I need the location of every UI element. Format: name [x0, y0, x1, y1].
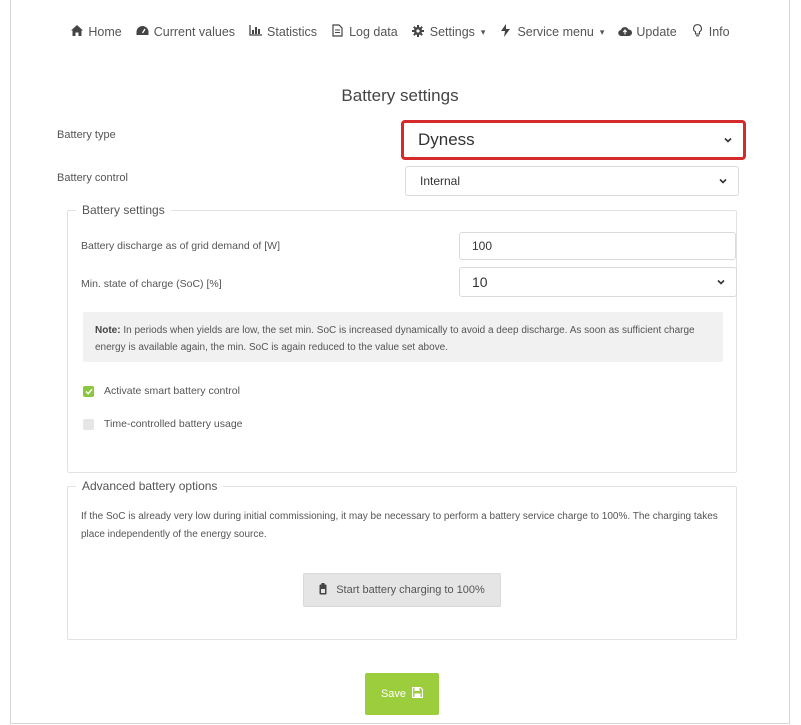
document-icon	[331, 24, 344, 40]
note-text: In periods when yields are low, the set …	[95, 325, 695, 353]
discharge-input[interactable]: 100	[459, 232, 736, 260]
advanced-options-group: Advanced battery options	[67, 479, 737, 640]
battery-type-value: Dyness	[418, 130, 475, 149]
top-navigation: Home Current values Statistics Log data …	[11, 22, 789, 42]
nav-current-values-label: Current values	[153, 25, 236, 39]
nav-update[interactable]: Update	[618, 25, 677, 39]
advanced-options-legend: Advanced battery options	[82, 479, 218, 493]
battery-type-select[interactable]: Dyness	[401, 120, 746, 160]
nav-settings-label: Settings	[429, 25, 475, 39]
gear-icon	[412, 24, 425, 40]
nav-home-label: Home	[88, 25, 122, 39]
time-controlled-label: Time-controlled battery usage	[104, 418, 243, 430]
nav-log-data[interactable]: Log data	[331, 24, 398, 40]
discharge-value: 100	[472, 239, 493, 253]
battery-control-label: Battery control	[57, 172, 128, 184]
nav-current-values[interactable]: Current values	[136, 25, 235, 39]
caret-down-icon: ▾	[599, 26, 605, 37]
floppy-disk-icon	[411, 686, 424, 701]
min-soc-value: 10	[472, 274, 488, 290]
nav-settings[interactable]: Settings ▾	[412, 24, 486, 40]
note-box: Note: In periods when yields are low, th…	[83, 312, 723, 362]
chevron-down-icon	[719, 178, 727, 184]
nav-statistics[interactable]: Statistics	[249, 25, 317, 39]
nav-home[interactable]: Home	[70, 25, 122, 39]
dashboard-icon	[136, 25, 149, 39]
smart-battery-control-checkbox[interactable]: Activate smart battery control	[83, 385, 240, 397]
start-charging-button[interactable]: Start battery charging to 100%	[303, 573, 501, 607]
smart-battery-control-label: Activate smart battery control	[104, 385, 240, 397]
bolt-icon	[499, 24, 512, 40]
nav-info-label: Info	[708, 25, 730, 39]
battery-type-label: Battery type	[57, 129, 116, 141]
lightbulb-icon	[691, 24, 704, 40]
nav-update-label: Update	[636, 25, 677, 39]
start-charging-label: Start battery charging to 100%	[336, 584, 485, 596]
battery-control-value: Internal	[420, 174, 461, 188]
chevron-down-icon	[724, 137, 732, 143]
nav-info[interactable]: Info	[691, 24, 730, 40]
discharge-label: Battery discharge as of grid demand of […	[81, 240, 281, 252]
min-soc-label: Min. state of charge (SoC) [%]	[81, 278, 222, 290]
battery-control-select[interactable]: Internal	[405, 166, 739, 196]
nav-service-menu[interactable]: Service menu ▾	[499, 24, 604, 40]
advanced-description: If the SoC is already very low during in…	[81, 511, 718, 540]
battery-settings-legend: Battery settings	[82, 203, 165, 217]
time-controlled-checkbox[interactable]: Time-controlled battery usage	[83, 418, 243, 430]
min-soc-select[interactable]: 10	[459, 267, 737, 297]
caret-down-icon: ▾	[480, 26, 486, 37]
cloud-icon	[618, 25, 633, 39]
save-label: Save	[380, 688, 407, 700]
chevron-down-icon	[717, 279, 725, 285]
note-title: Note:	[95, 325, 121, 336]
home-icon	[70, 25, 83, 39]
battery-icon	[319, 582, 327, 598]
nav-log-data-label: Log data	[349, 25, 398, 39]
settings-panel: Home Current values Statistics Log data …	[10, 0, 790, 724]
checkbox-unchecked-icon	[83, 418, 94, 430]
nav-statistics-label: Statistics	[267, 25, 318, 39]
page-title: Battery settings	[341, 86, 459, 105]
checkbox-checked-icon	[83, 385, 94, 397]
nav-service-menu-label: Service menu	[517, 25, 594, 39]
bar-chart-icon	[249, 25, 263, 39]
save-button[interactable]: Save	[365, 673, 439, 715]
